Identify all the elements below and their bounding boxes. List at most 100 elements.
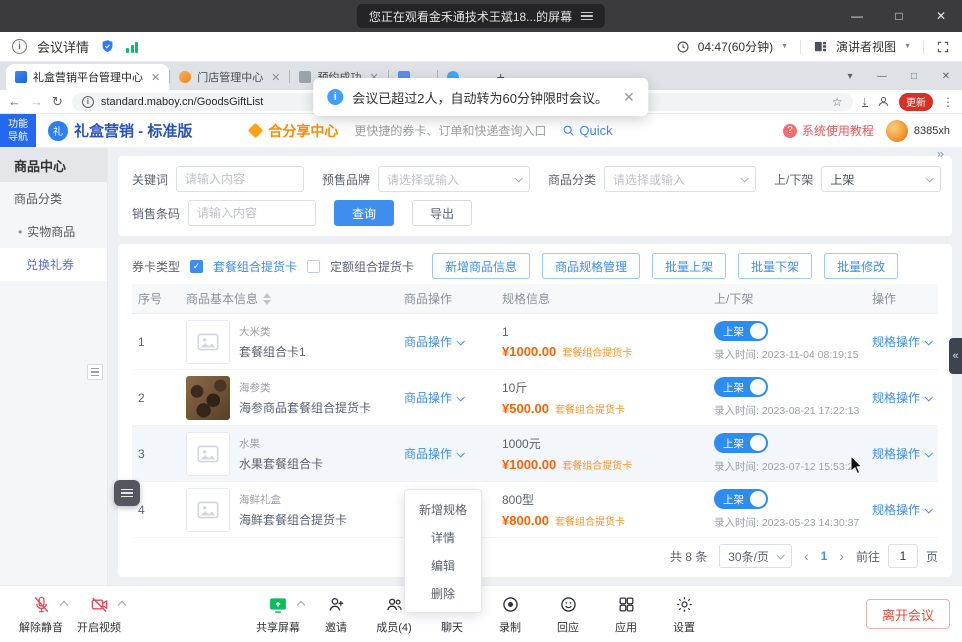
forward-icon[interactable]: →: [30, 95, 43, 108]
react-button[interactable]: 回应: [539, 594, 597, 635]
tab-search-icon[interactable]: ▾: [834, 71, 866, 82]
chevron-up-icon[interactable]: [118, 600, 126, 608]
close-button[interactable]: ✕: [920, 0, 962, 32]
menu-item-detail[interactable]: 详情: [405, 523, 481, 551]
meeting-details-button[interactable]: 会议详情: [37, 37, 89, 56]
chevron-up-icon[interactable]: [297, 600, 305, 608]
next-page-icon[interactable]: ›: [839, 548, 844, 564]
batch-on-shelf-button[interactable]: 批量上架: [652, 253, 726, 279]
checkbox-fixed-card[interactable]: [307, 260, 320, 273]
barcode-input[interactable]: [188, 200, 316, 226]
share-screen-button[interactable]: 共享屏幕: [249, 594, 307, 635]
page-size-select[interactable]: 30条/页: [719, 544, 792, 568]
menu-item-edit[interactable]: 编辑: [405, 551, 481, 579]
right-edge-handle[interactable]: «: [949, 338, 962, 374]
back-icon[interactable]: ←: [8, 95, 21, 108]
toast-close-icon[interactable]: ✕: [623, 89, 635, 106]
checkbox-combo-card-label[interactable]: 套餐组合提货卡: [213, 258, 297, 275]
goto-page-input[interactable]: [888, 544, 918, 568]
browser-maximize-button[interactable]: □: [898, 71, 930, 82]
menu-item-delete[interactable]: 删除: [405, 579, 481, 607]
prev-page-icon[interactable]: ‹: [804, 548, 809, 564]
sort-icon[interactable]: [263, 293, 271, 305]
fullscreen-icon[interactable]: [936, 40, 950, 54]
bookmark-star-icon[interactable]: ☆: [832, 95, 843, 109]
status-toggle[interactable]: 上架: [714, 433, 768, 453]
apps-button[interactable]: 应用: [597, 594, 655, 635]
minimize-button[interactable]: —: [836, 0, 878, 32]
camera-off-icon: [90, 595, 109, 614]
current-page[interactable]: 1: [821, 549, 828, 563]
status-toggle[interactable]: 上架: [714, 321, 768, 341]
view-dropdown-icon[interactable]: ▼: [904, 43, 911, 50]
floating-annotation-button[interactable]: [114, 480, 140, 506]
browser-close-button[interactable]: ✕: [930, 71, 962, 82]
checkbox-combo-card[interactable]: ✓: [190, 260, 203, 273]
product-name: 海参商品套餐组合提货卡: [239, 401, 371, 415]
sidebar-collapse-handle[interactable]: [87, 364, 103, 380]
view-mode-selector[interactable]: 演讲者视图: [836, 38, 896, 55]
chevron-up-icon[interactable]: [60, 600, 68, 608]
function-nav-button[interactable]: 功能导航: [0, 114, 36, 147]
spec-action-link[interactable]: 规格操作: [872, 389, 931, 406]
sidebar-item-categories[interactable]: 商品分类: [0, 182, 107, 215]
tab-close-icon[interactable]: ✕: [151, 71, 160, 84]
spec-action-link[interactable]: 规格操作: [872, 445, 931, 462]
sidebar-item-gift-vouchers[interactable]: 兑换礼券: [0, 248, 107, 281]
col-spec: 规格信息: [496, 290, 708, 307]
batch-off-shelf-button[interactable]: 批量下架: [738, 253, 812, 279]
product-action-link[interactable]: 商品操作: [404, 389, 463, 406]
start-video-button[interactable]: 开启视频: [70, 594, 128, 635]
status-toggle[interactable]: 上架: [714, 489, 768, 509]
share-center-link[interactable]: 合分享中心: [250, 121, 338, 141]
add-product-button[interactable]: 新增商品信息: [432, 253, 530, 279]
card-type-label: 券卡类型: [132, 258, 180, 275]
keyword-input[interactable]: [176, 166, 304, 192]
update-badge[interactable]: 更新: [899, 93, 933, 111]
browser-tab-active[interactable]: 礼盒营销平台管理中心 ✕: [6, 64, 169, 90]
reload-icon[interactable]: ↻: [52, 95, 63, 108]
quick-search-link[interactable]: Quick: [562, 123, 612, 138]
brand-select[interactable]: 请选择或输入: [378, 166, 530, 192]
batch-edit-button[interactable]: 批量修改: [824, 253, 898, 279]
spec-action-link[interactable]: 规格操作: [872, 501, 931, 518]
card-tag: 套餐组合提货卡: [555, 517, 625, 528]
status-select[interactable]: 上架: [821, 166, 941, 192]
search-button[interactable]: 查询: [334, 200, 394, 226]
product-action-link[interactable]: 商品操作: [404, 445, 463, 462]
spec-action-link[interactable]: 规格操作: [872, 333, 931, 350]
chevron-down-icon: [456, 337, 464, 345]
leave-meeting-button[interactable]: 离开会议: [866, 599, 950, 629]
menu-item-add-spec[interactable]: 新增规格: [405, 495, 481, 523]
browser-tab[interactable]: 门店管理中心 ✕: [170, 64, 289, 90]
sidebar-item-physical-goods[interactable]: •实物商品: [0, 215, 107, 248]
status-toggle[interactable]: 上架: [714, 377, 768, 397]
tutorial-link[interactable]: ? 系统使用教程: [783, 122, 874, 139]
timer-dropdown-icon[interactable]: ▼: [781, 43, 788, 50]
browser-minimize-button[interactable]: —: [866, 71, 898, 82]
profile-icon[interactable]: [877, 95, 890, 108]
checkbox-fixed-card-label[interactable]: 定额组合提货卡: [330, 258, 414, 275]
download-icon[interactable]: ↓: [862, 96, 869, 107]
tab-close-icon[interactable]: ✕: [271, 71, 280, 84]
share-center-label: 合分享中心: [268, 121, 338, 141]
site-info-icon[interactable]: i: [82, 96, 94, 108]
category-select[interactable]: 请选择或输入: [604, 166, 756, 192]
row-no: 2: [132, 391, 180, 405]
user-avatar[interactable]: [886, 120, 908, 142]
sidebar-section-product-center[interactable]: 商品中心: [0, 148, 107, 182]
export-button[interactable]: 导出: [412, 200, 472, 226]
settings-button[interactable]: 设置: [655, 594, 713, 635]
brand[interactable]: 礼 礼盒营销 - 标准版: [48, 120, 192, 141]
panel-collapse-icon[interactable]: »: [937, 146, 942, 161]
spec-manage-button[interactable]: 商品规格管理: [542, 253, 640, 279]
banner-menu-icon[interactable]: [581, 12, 593, 21]
maximize-button[interactable]: □: [878, 0, 920, 32]
product-action-link[interactable]: 商品操作: [404, 333, 463, 350]
shield-check-icon[interactable]: [99, 38, 116, 55]
unmute-button[interactable]: 解除静音: [12, 594, 70, 635]
watching-banner-text: 您正在观看金禾通技术王斌18...的屏幕: [369, 8, 572, 25]
invite-button[interactable]: 邀请: [307, 594, 365, 635]
record-button[interactable]: 录制: [481, 594, 539, 635]
browser-menu-icon[interactable]: ⋮: [942, 95, 954, 109]
